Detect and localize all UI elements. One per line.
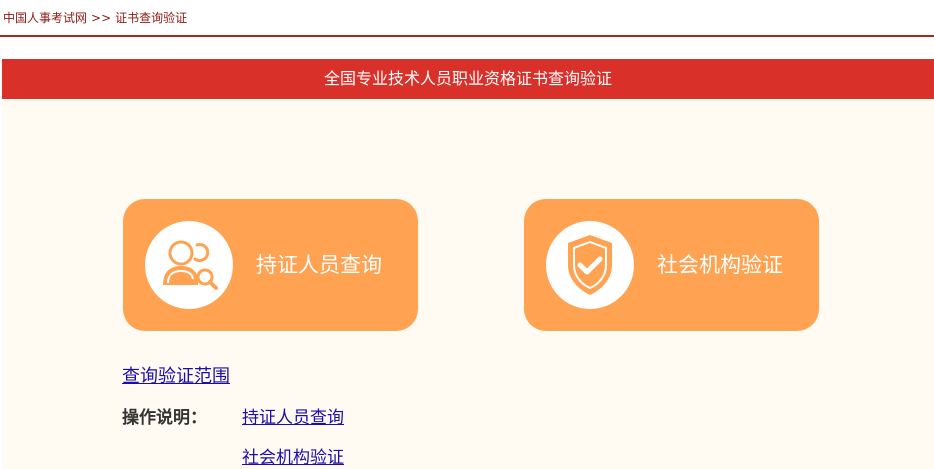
panel-title: 全国专业技术人员职业资格证书查询验证 xyxy=(2,59,934,99)
certificate-holder-query-label: 持证人员查询 xyxy=(256,253,382,277)
shield-check-icon xyxy=(546,221,634,309)
organization-verification-label: 社会机构验证 xyxy=(657,253,783,277)
certificate-holder-query-button[interactable]: 持证人员查询 xyxy=(123,199,418,331)
instructions-org-link[interactable]: 社会机构验证 xyxy=(242,443,344,468)
organization-verification-button[interactable]: 社会机构验证 xyxy=(524,199,819,331)
top-bar: 中国人事考试网 >> 证书查询验证 xyxy=(0,0,934,37)
instructions-person-link[interactable]: 持证人员查询 xyxy=(242,403,344,428)
instructions-label: 操作说明： xyxy=(122,408,207,428)
breadcrumb-separator: >> xyxy=(91,11,112,25)
breadcrumb-home-link[interactable]: 中国人事考试网 xyxy=(3,11,87,25)
person-search-icon xyxy=(145,221,233,309)
breadcrumb: 中国人事考试网 >> 证书查询验证 xyxy=(3,9,187,26)
certificate-query-panel: 全国专业技术人员职业资格证书查询验证 持证人员查询 社会机构验证 查询验证范围 … xyxy=(2,59,934,469)
breadcrumb-current: 证书查询验证 xyxy=(115,11,188,25)
query-scope-link[interactable]: 查询验证范围 xyxy=(122,362,230,388)
